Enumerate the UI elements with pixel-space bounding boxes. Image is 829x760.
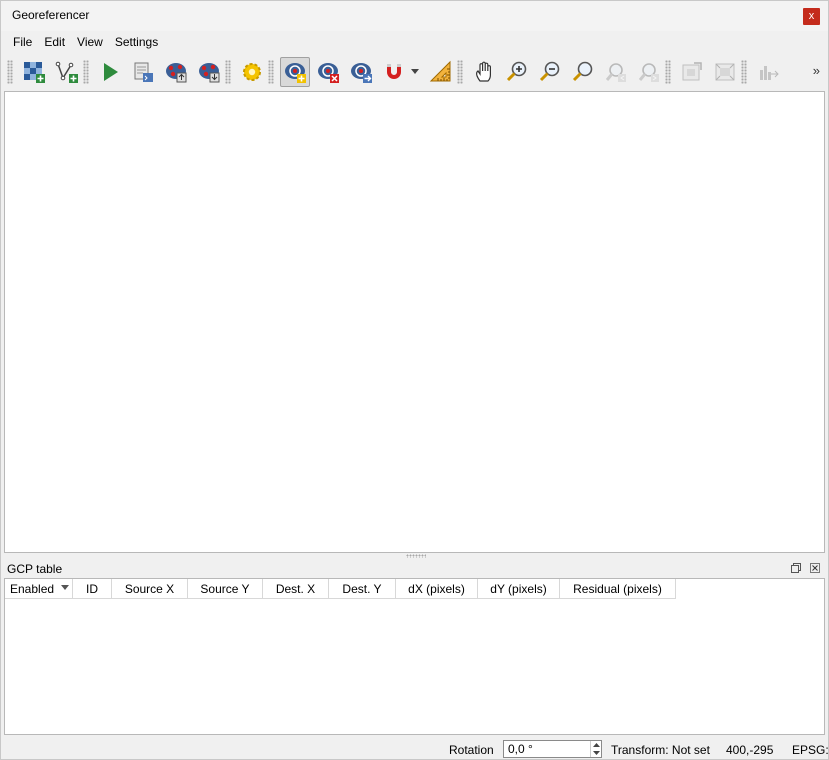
zoom-to-layer-button[interactable]: [568, 57, 598, 87]
toolbar-grip[interactable]: [741, 60, 747, 84]
snap-to-background-button[interactable]: [379, 57, 409, 87]
add-point-button[interactable]: [279, 57, 310, 87]
start-georeferencing-icon: [55, 61, 78, 83]
zoom-next-icon: [638, 63, 659, 82]
menu-bar: File Edit View Settings: [1, 32, 828, 52]
rotation-spin-arrows[interactable]: [590, 741, 601, 757]
measure-button[interactable]: [426, 57, 456, 87]
zoom-out-button[interactable]: [535, 57, 565, 87]
spin-up-button[interactable]: [591, 741, 601, 749]
toolbar-grip[interactable]: [268, 60, 274, 84]
menu-view[interactable]: View: [71, 35, 109, 49]
gcp-table-header: Enabled ID Source X Source Y Dest. X Des…: [5, 579, 824, 599]
georeferencer-map-canvas[interactable]: [4, 91, 825, 553]
load-gcp-points-icon: [165, 63, 186, 83]
close-window-button[interactable]: x: [803, 8, 820, 25]
chevron-down-icon: [411, 69, 419, 74]
chevron-down-icon: [592, 751, 600, 755]
measure-ruler-icon: [429, 60, 450, 82]
column-header-residual[interactable]: Residual (pixels): [560, 579, 676, 599]
column-header-enabled[interactable]: Enabled: [5, 579, 73, 599]
snap-dropdown-arrow[interactable]: [410, 57, 420, 87]
gcp-panel-title: GCP table: [7, 562, 63, 576]
column-header-dx[interactable]: dX (pixels): [396, 579, 478, 599]
start-icon: [103, 63, 118, 81]
column-header-source-x[interactable]: Source X: [112, 579, 188, 599]
open-raster-icon: [23, 62, 45, 83]
gcp-panel-header: GCP table: [1, 559, 828, 577]
link-georef-to-qgis-button[interactable]: [677, 57, 707, 87]
column-header-dest-x[interactable]: Dest. X: [263, 579, 329, 599]
generate-gdal-script-button[interactable]: [128, 57, 158, 87]
zoom-out-icon: [539, 61, 559, 82]
pan-button[interactable]: [469, 57, 499, 87]
delete-point-icon: [317, 63, 339, 83]
full-histogram-stretch-icon: [759, 66, 779, 80]
open-vector-button[interactable]: [52, 57, 82, 87]
link-qgis-to-georef-button[interactable]: [710, 57, 740, 87]
save-gcp-points-icon: [198, 63, 219, 83]
toolbar-grip[interactable]: [225, 60, 231, 84]
close-icon: [809, 562, 820, 573]
status-bar: Rotation Transform: Not set 400,-295 EPS…: [1, 738, 829, 760]
toolbar-overflow-button[interactable]: »: [813, 63, 820, 78]
menu-file[interactable]: File: [7, 35, 38, 49]
cursor-coordinates: 400,-295: [726, 743, 774, 757]
open-raster-button[interactable]: [19, 57, 49, 87]
link-georef-to-qgis-icon: [682, 62, 702, 81]
start-georeferencing-button[interactable]: [95, 57, 125, 87]
float-panel-button[interactable]: [790, 562, 801, 573]
move-gcp-point-icon: [350, 63, 372, 83]
transform-status: Transform: Not set: [611, 743, 710, 757]
add-point-icon: [284, 63, 306, 83]
chevron-up-icon: [592, 743, 600, 747]
column-header-id[interactable]: ID: [73, 579, 112, 599]
toolbar-grip[interactable]: [457, 60, 463, 84]
pan-icon: [475, 61, 491, 82]
column-header-dy[interactable]: dY (pixels): [478, 579, 560, 599]
transformation-settings-button[interactable]: [237, 57, 267, 87]
gcp-table[interactable]: Enabled ID Source X Source Y Dest. X Des…: [4, 578, 825, 735]
column-header-dest-y[interactable]: Dest. Y: [329, 579, 396, 599]
sort-indicator-icon: [61, 585, 69, 590]
zoom-to-layer-icon: [572, 61, 592, 82]
save-gcp-points-button[interactable]: [194, 57, 224, 87]
rotation-input[interactable]: [504, 741, 590, 757]
window-title: Georeferencer: [12, 8, 90, 22]
generate-gdal-script-icon: [134, 62, 153, 82]
spin-down-button[interactable]: [591, 749, 601, 757]
delete-point-button[interactable]: [313, 57, 343, 87]
epsg-status[interactable]: EPSG:: [792, 743, 829, 757]
link-qgis-to-georef-icon: [715, 63, 734, 81]
menu-edit[interactable]: Edit: [38, 35, 71, 49]
snap-magnet-icon: [386, 64, 401, 79]
full-histogram-stretch-button[interactable]: [753, 57, 783, 87]
menu-settings[interactable]: Settings: [109, 35, 164, 49]
load-gcp-points-button[interactable]: [161, 57, 191, 87]
zoom-next-button[interactable]: [634, 57, 664, 87]
main-toolbar: »: [1, 54, 828, 90]
restore-window-icon: [790, 562, 801, 573]
toolbar-grip[interactable]: [7, 60, 13, 84]
zoom-last-icon: [605, 63, 626, 82]
toolbar-grip[interactable]: [83, 60, 89, 84]
zoom-in-button[interactable]: [502, 57, 532, 87]
dock-splitter-handle[interactable]: [406, 554, 426, 558]
zoom-last-button[interactable]: [601, 57, 631, 87]
move-gcp-point-button[interactable]: [346, 57, 376, 87]
zoom-in-icon: [506, 61, 526, 82]
column-header-source-y[interactable]: Source Y: [188, 579, 263, 599]
rotation-label: Rotation: [449, 743, 494, 757]
transformation-settings-icon: [242, 63, 261, 81]
close-panel-button[interactable]: [809, 562, 820, 573]
toolbar-grip[interactable]: [665, 60, 671, 84]
title-bar: Georeferencer x: [1, 1, 828, 31]
georeferencer-window: Georeferencer x File Edit View Settings: [0, 0, 829, 760]
rotation-spinbox[interactable]: [503, 740, 602, 758]
